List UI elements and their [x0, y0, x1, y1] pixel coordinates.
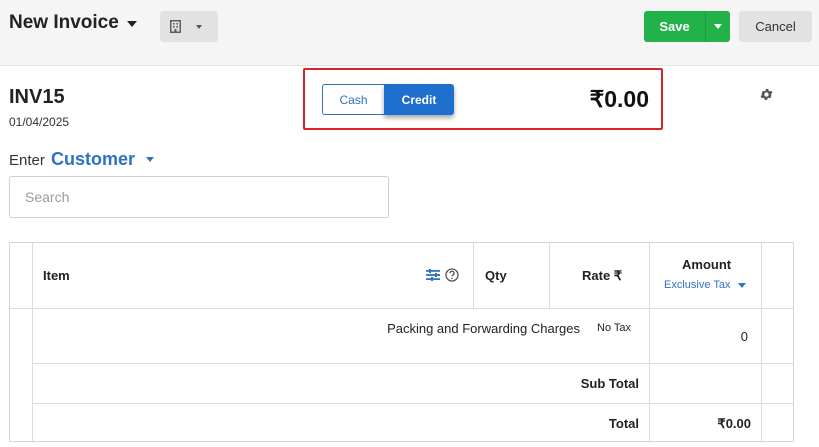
invoice-total-amount: ₹0.00	[589, 86, 649, 112]
total-label: Total	[608, 416, 639, 431]
invoice-date[interactable]: 01/04/2025	[9, 115, 69, 129]
help-icon[interactable]	[445, 268, 459, 282]
row-divider	[32, 363, 793, 364]
column-header-amount: Amount	[682, 257, 732, 272]
chevron-down-icon	[126, 21, 137, 27]
invoice-number[interactable]: INV15	[9, 86, 65, 109]
save-options-button[interactable]	[705, 11, 730, 42]
total-value: ₹0.00	[717, 416, 751, 431]
column-settings-icon[interactable]	[426, 269, 440, 281]
cash-option-button[interactable]: Cash	[322, 84, 384, 115]
item-tax[interactable]: No Tax	[597, 322, 631, 334]
item-description[interactable]: Packing and Forwarding Charges	[210, 321, 580, 336]
items-table: Item Qty Rate ₹ Amount Exclusive Tax Pac…	[9, 242, 794, 442]
item-amount: 0	[740, 329, 748, 344]
top-bar: New Invoice Save Cancel	[0, 0, 819, 66]
customer-prefix-label: Enter	[9, 152, 45, 169]
chevron-down-icon	[738, 282, 747, 288]
customer-selector[interactable]: Customer	[51, 149, 135, 170]
save-button-group: Save	[644, 11, 730, 42]
column-header-qty: Qty	[485, 268, 507, 283]
column-divider	[649, 243, 650, 441]
tax-mode-dropdown[interactable]: Exclusive Tax	[664, 279, 747, 291]
customer-search-input[interactable]	[9, 176, 389, 218]
chevron-down-icon[interactable]	[146, 157, 154, 162]
tax-mode-label: Exclusive Tax	[664, 279, 731, 291]
gear-icon[interactable]	[759, 87, 774, 102]
save-button[interactable]: Save	[644, 11, 705, 42]
branch-selector-button[interactable]	[160, 11, 218, 42]
row-divider	[10, 308, 793, 309]
invoice-type-dropdown[interactable]: New Invoice	[9, 12, 137, 34]
chevron-down-icon	[196, 24, 202, 29]
credit-option-button[interactable]: Credit	[384, 84, 454, 115]
building-icon	[170, 20, 181, 33]
column-divider	[473, 243, 474, 308]
row-divider	[32, 403, 793, 404]
chevron-down-icon	[714, 24, 722, 29]
column-divider	[549, 243, 550, 308]
cancel-button[interactable]: Cancel	[739, 11, 812, 42]
column-header-item: Item	[43, 268, 70, 283]
payment-type-toggle: Cash Credit	[322, 84, 454, 115]
column-divider	[761, 243, 762, 441]
column-header-rate: Rate ₹	[582, 268, 623, 283]
column-divider	[32, 243, 33, 441]
subtotal-label: Sub Total	[580, 376, 639, 391]
page-title: New Invoice	[9, 12, 119, 33]
